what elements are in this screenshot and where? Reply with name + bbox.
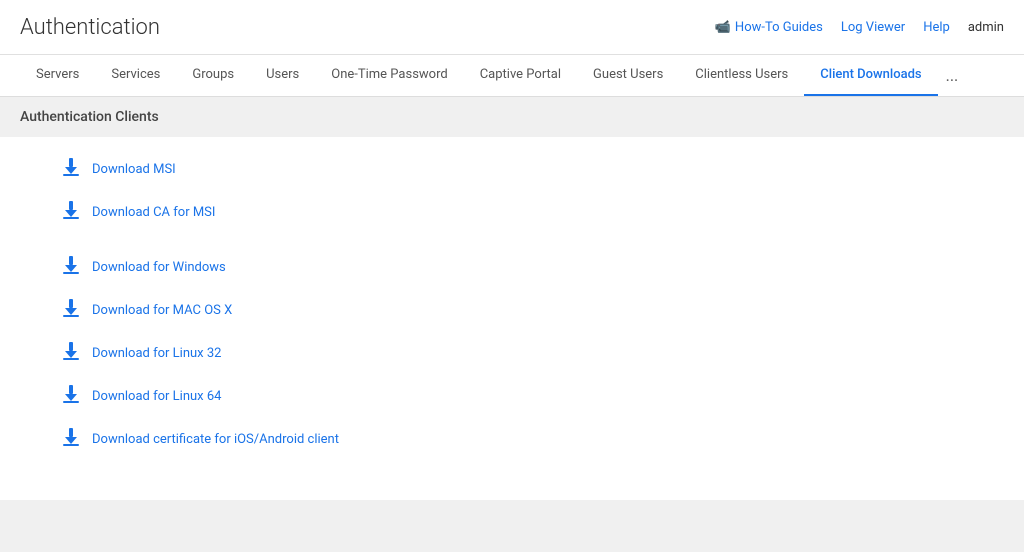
download-windows-icon [60,255,82,280]
download-windows-link[interactable]: Download for Windows [92,260,226,275]
download-msi-link[interactable]: Download MSI [92,162,176,177]
download-linux32-item[interactable]: Download for Linux 32 [60,341,964,366]
tab-groups[interactable]: Groups [176,54,250,96]
download-linux32-link[interactable]: Download for Linux 32 [92,346,221,361]
download-linux64-icon [60,384,82,409]
download-ios-android-icon [60,427,82,452]
download-linux64-link[interactable]: Download for Linux 64 [92,389,221,404]
tab-more-button[interactable]: ... [938,54,967,96]
help-link[interactable]: Help [923,20,950,35]
download-linux64-item[interactable]: Download for Linux 64 [60,384,964,409]
admin-label: admin [968,20,1004,35]
content-area: Authentication Clients Download MSI [0,97,1024,552]
header-actions: 📹 How-To Guides Log Viewer Help admin [715,20,1004,35]
log-viewer-link[interactable]: Log Viewer [841,20,905,35]
tab-servers[interactable]: Servers [20,54,95,96]
header: Authentication 📹 How-To Guides Log Viewe… [0,0,1024,55]
download-msi-icon [60,157,82,182]
download-ca-msi-icon [60,200,82,225]
section-title: Authentication Clients [0,97,1024,137]
download-ios-android-item[interactable]: Download certificate for iOS/Android cli… [60,427,964,452]
tab-one-time-password[interactable]: One-Time Password [315,54,463,96]
tab-services[interactable]: Services [95,54,176,96]
download-macosx-item[interactable]: Download for MAC OS X [60,298,964,323]
download-windows-item[interactable]: Download for Windows [60,255,964,280]
page-title: Authentication [20,15,160,40]
group-spacer-1 [60,243,964,255]
download-ca-msi-item[interactable]: Download CA for MSI [60,200,964,225]
download-ios-android-link[interactable]: Download certificate for iOS/Android cli… [92,432,339,447]
download-ca-msi-link[interactable]: Download CA for MSI [92,205,215,220]
tab-users[interactable]: Users [250,54,315,96]
download-macosx-icon [60,298,82,323]
video-icon: 📹 [715,20,731,35]
downloads-card: Download MSI Download CA for MSI [0,137,1024,500]
download-msi-item[interactable]: Download MSI [60,157,964,182]
tab-guest-users[interactable]: Guest Users [577,54,679,96]
tabs-bar: Servers Services Groups Users One-Time P… [0,55,1024,97]
tab-captive-portal[interactable]: Captive Portal [464,54,577,96]
tab-clientless-users[interactable]: Clientless Users [679,54,804,96]
how-to-guides-link[interactable]: 📹 How-To Guides [715,20,823,35]
download-macosx-link[interactable]: Download for MAC OS X [92,303,232,318]
download-linux32-icon [60,341,82,366]
tab-client-downloads[interactable]: Client Downloads [804,54,937,96]
